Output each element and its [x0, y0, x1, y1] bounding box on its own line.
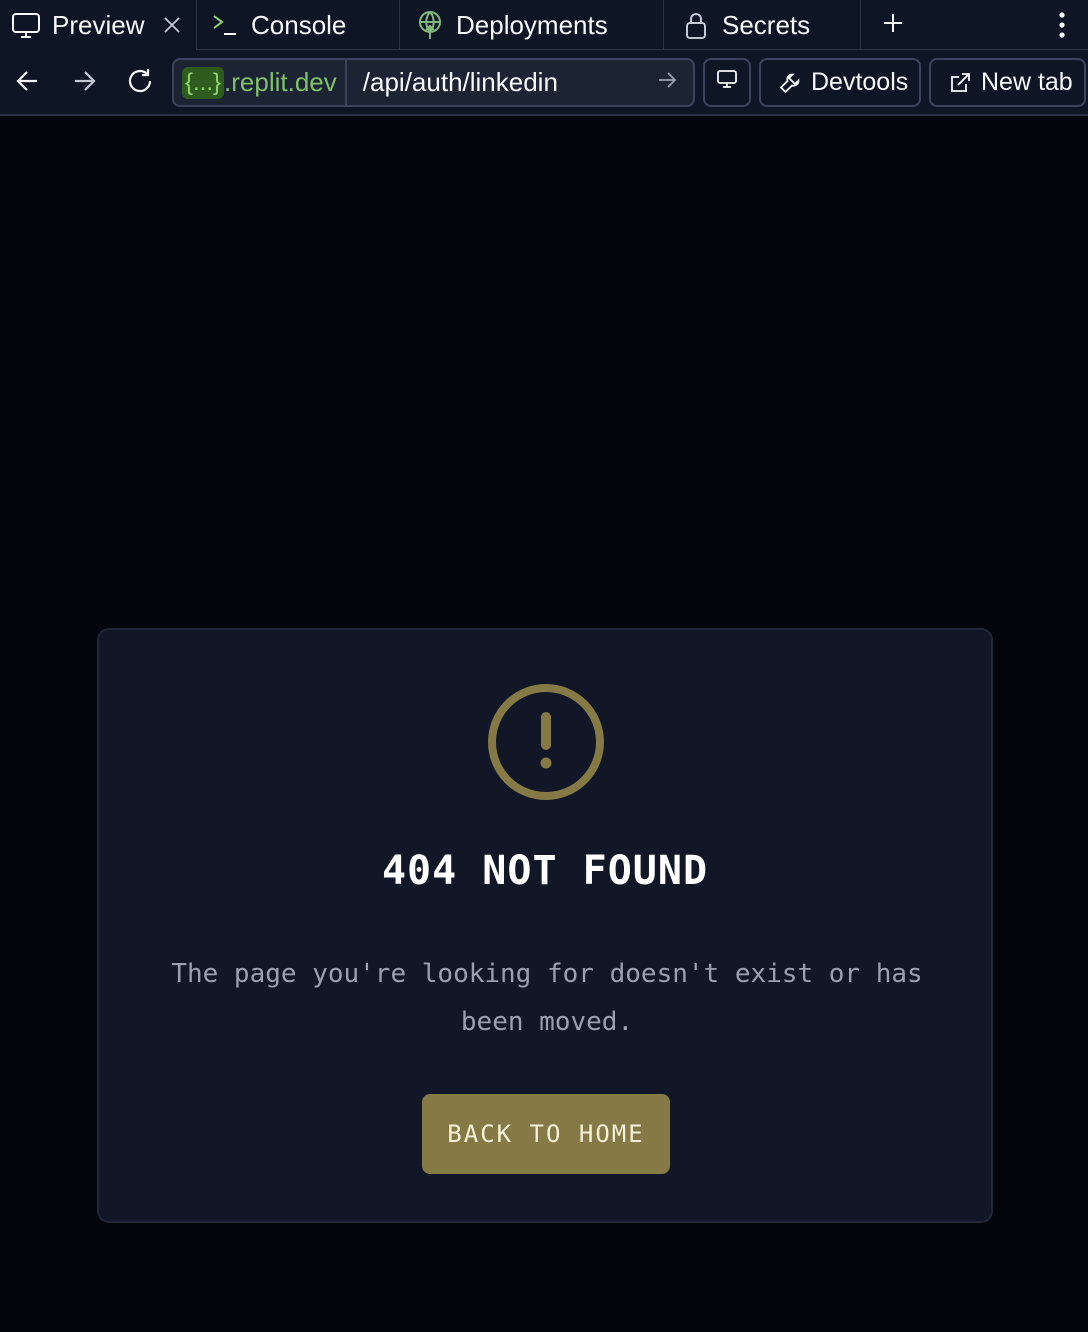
tab-label: Preview — [52, 9, 145, 40]
back-button[interactable] — [8, 63, 48, 103]
screen-size-button[interactable] — [703, 58, 751, 107]
tab-preview[interactable]: Preview — [0, 0, 197, 50]
page-description: The page you're looking for doesn't exis… — [171, 959, 923, 1037]
tab-deployments[interactable]: Deployments — [400, 0, 664, 50]
close-icon[interactable] — [156, 9, 188, 41]
host-suffix: .replit.dev — [224, 67, 337, 97]
tab-label: Console — [251, 9, 347, 40]
monitor-icon — [715, 67, 739, 98]
arrow-left-icon — [15, 68, 41, 99]
new-tab-button[interactable]: New tab — [929, 58, 1086, 107]
devtools-button[interactable]: Devtools — [759, 58, 921, 107]
monitor-icon — [10, 9, 42, 41]
warning-circle-icon — [487, 683, 605, 801]
wrench-icon — [777, 70, 803, 96]
external-link-icon — [947, 70, 973, 96]
new-tab-label: New tab — [981, 68, 1073, 96]
add-tab-button[interactable] — [861, 0, 925, 50]
deployments-icon — [414, 9, 446, 41]
reload-icon — [125, 66, 155, 101]
tab-label: Deployments — [456, 9, 608, 40]
go-button[interactable] — [647, 63, 687, 103]
arrow-right-icon — [657, 70, 677, 95]
lock-icon — [680, 9, 712, 41]
arrow-right-icon — [71, 68, 97, 99]
url-bar[interactable]: {...} .replit.dev /api/auth/linkedin — [172, 58, 695, 107]
reload-button[interactable] — [120, 63, 160, 103]
back-to-home-button[interactable]: BACK TO HOME — [422, 1094, 670, 1174]
tab-secrets[interactable]: Secrets — [664, 0, 861, 50]
plus-icon — [882, 12, 904, 39]
forward-button[interactable] — [64, 63, 104, 103]
preview-viewport: 404 NOT FOUND The page you're looking fo… — [0, 116, 1088, 1332]
terminal-icon — [209, 9, 241, 41]
host-chip[interactable]: {...} — [182, 66, 225, 99]
page-title: 404 NOT FOUND — [381, 848, 709, 894]
workspace-tab-bar: Preview Console Deployments Secrets — [0, 0, 1088, 50]
url-path-input[interactable]: /api/auth/linkedin — [347, 67, 647, 98]
tab-console[interactable]: Console — [197, 0, 400, 50]
url-host: {...} .replit.dev — [174, 60, 347, 105]
preview-toolbar: {...} .replit.dev /api/auth/linkedin Dev… — [0, 50, 1088, 116]
tab-label: Secrets — [722, 9, 811, 40]
more-vertical-icon[interactable] — [1046, 4, 1078, 46]
devtools-label: Devtools — [811, 68, 909, 96]
not-found-card: 404 NOT FOUND The page you're looking fo… — [97, 628, 993, 1223]
